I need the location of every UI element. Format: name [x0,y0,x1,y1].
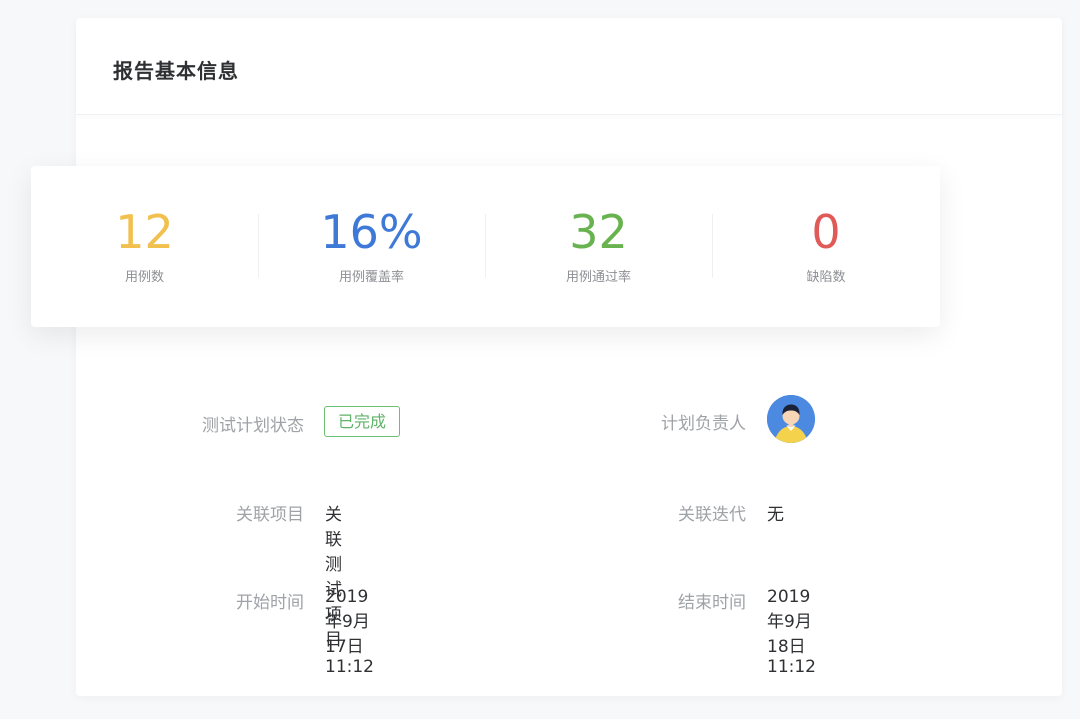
end-time-label: 结束时间 [678,593,746,613]
stat-divider [258,214,259,278]
stats-panel: 12 用例数 16% 用例覆盖率 32 用例通过率 0 缺陷数 [31,166,940,327]
stat-divider [485,214,486,278]
start-time-label: 开始时间 [236,593,304,613]
stat-label: 用例数 [124,270,164,285]
stat-value: 32 [569,205,628,259]
stat-value: 12 [115,205,174,259]
stat-case-coverage: 16% 用例覆盖率 [258,166,485,327]
stat-value: 0 [811,205,841,259]
avatar [767,395,815,443]
status-badge: 已完成 [324,406,400,437]
stat-defect-count: 0 缺陷数 [712,166,940,327]
user-avatar-icon [767,395,815,443]
card-header: 报告基本信息 [76,18,1062,115]
stat-label: 用例覆盖率 [338,270,404,285]
stat-divider [712,214,713,278]
stat-case-pass-rate: 32 用例通过率 [485,166,712,327]
plan-status-label: 测试计划状态 [202,416,304,436]
iteration-value: 无 [767,505,784,525]
owner-label: 计划负责人 [661,414,746,434]
stat-case-count: 12 用例数 [31,166,258,327]
stat-label: 用例通过率 [565,270,631,285]
project-label: 关联项目 [236,505,304,525]
iteration-label: 关联迭代 [678,505,746,525]
page-title: 报告基本信息 [113,59,239,83]
stat-value: 16% [320,205,423,259]
stat-label: 缺陷数 [806,270,846,285]
start-time-value: 2019年9月17日 11:12 [325,587,374,677]
end-time-value: 2019年9月18日 11:12 [767,587,816,677]
